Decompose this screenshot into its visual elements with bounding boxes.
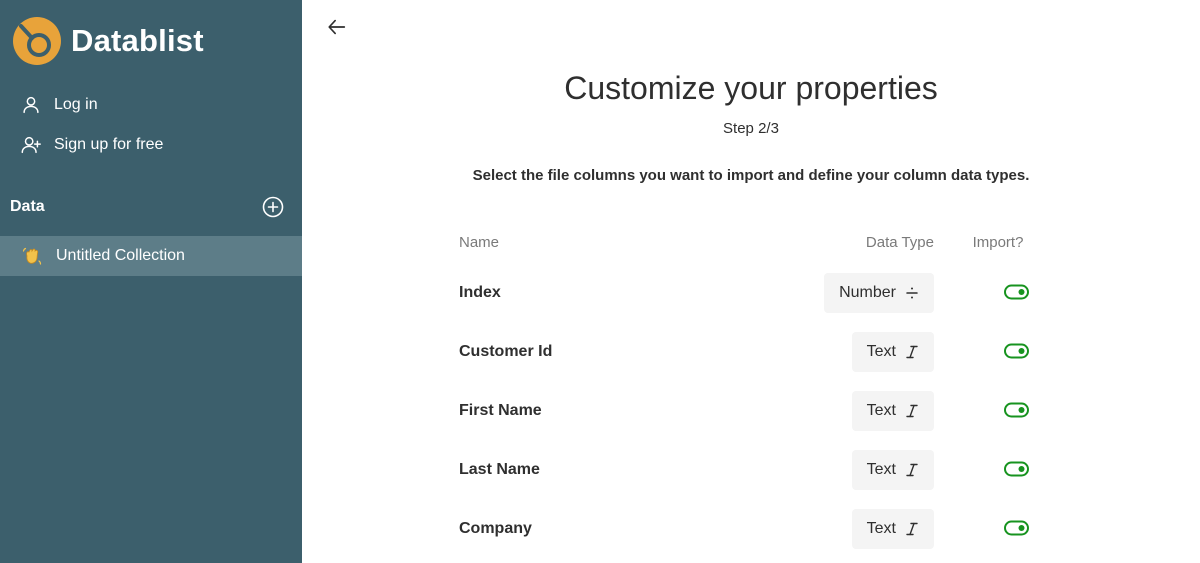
import-toggle[interactable]: [1004, 460, 1029, 478]
sidebar-item-untitled-collection[interactable]: Untitled Collection: [0, 236, 302, 276]
data-type-button[interactable]: Text: [851, 450, 934, 490]
import-toggle[interactable]: [1004, 342, 1029, 360]
data-section-header: Data: [10, 195, 285, 219]
instructions: Select the file columns you want to impo…: [472, 167, 1030, 184]
property-name: Index: [459, 284, 501, 301]
signup-label: Sign up for free: [54, 136, 164, 153]
page-title: Customize your properties: [564, 70, 938, 106]
italic-i-icon: [906, 404, 918, 418]
data-type-button[interactable]: Text: [851, 391, 934, 431]
login-label: Log in: [54, 96, 98, 113]
import-toggle[interactable]: [1004, 401, 1029, 419]
plus-circle-icon[interactable]: [261, 195, 285, 219]
user-plus-icon: [21, 136, 41, 154]
table-row: Customer Id Text: [459, 332, 1039, 372]
signup-link[interactable]: Sign up for free: [20, 134, 163, 156]
column-header-name: Name: [459, 234, 500, 251]
login-link[interactable]: Log in: [20, 94, 98, 116]
data-section-label: Data: [10, 198, 45, 215]
waving-hand-icon: [22, 247, 42, 265]
data-type-label: Text: [866, 461, 896, 478]
step-indicator: Step 2/3: [723, 120, 779, 137]
user-icon: [23, 96, 39, 114]
italic-i-icon: [906, 522, 918, 536]
table-row: Company Text: [459, 509, 1039, 549]
arrow-left-icon[interactable]: [326, 16, 348, 38]
data-type-label: Text: [866, 402, 896, 419]
column-header-data-type: Data Type: [865, 234, 934, 251]
datablist-logo-icon: [13, 17, 61, 65]
property-name: Last Name: [459, 461, 540, 478]
table-row: First Name Text: [459, 391, 1039, 431]
property-name: Company: [459, 520, 532, 537]
brand[interactable]: Datablist: [12, 16, 204, 66]
property-name: First Name: [459, 402, 542, 419]
data-type-label: Text: [866, 520, 896, 537]
table-row: Last Name Text: [459, 450, 1039, 490]
data-type-button[interactable]: Text: [851, 332, 934, 372]
data-type-label: Text: [866, 343, 896, 360]
data-type-button[interactable]: Text: [851, 509, 934, 549]
data-type-button[interactable]: Number: [824, 273, 934, 313]
table-row: Index Number: [459, 273, 1039, 313]
italic-i-icon: [906, 463, 918, 477]
import-toggle[interactable]: [1004, 519, 1029, 537]
sidebar: Datablist Log in Sign up for free Data U…: [0, 0, 302, 563]
italic-i-icon: [906, 345, 918, 359]
import-toggle[interactable]: [1004, 283, 1029, 301]
column-header-import: Import?: [972, 234, 1024, 251]
data-type-label: Number: [839, 284, 896, 301]
divide-icon: [906, 287, 918, 299]
collection-label: Untitled Collection: [56, 247, 185, 264]
brand-name: Datablist: [71, 23, 204, 58]
property-name: Customer Id: [459, 343, 553, 360]
